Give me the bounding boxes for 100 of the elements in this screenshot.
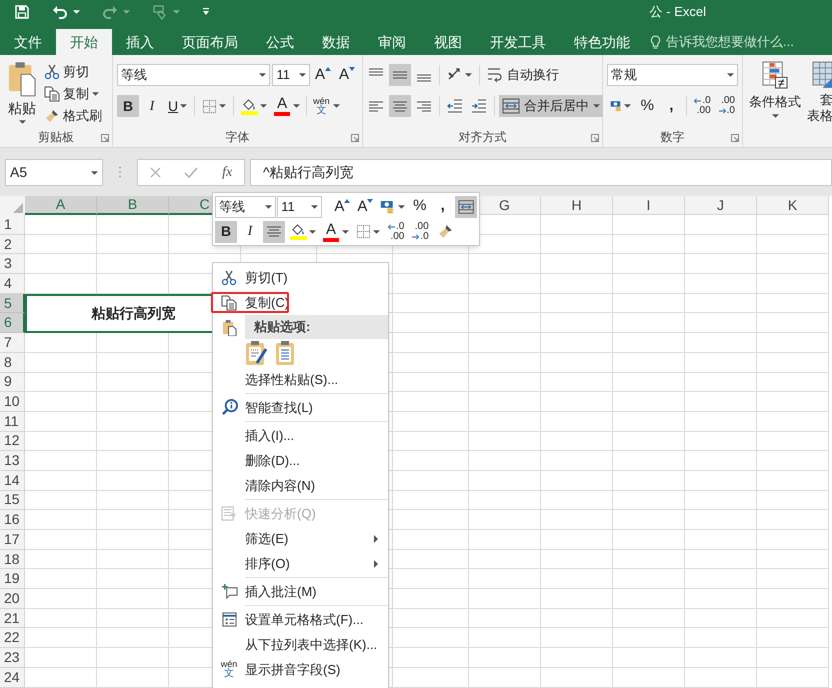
- row-header[interactable]: 18: [0, 550, 25, 570]
- comma-style-button[interactable]: ,: [432, 196, 454, 218]
- percent-button[interactable]: %: [636, 95, 658, 117]
- row-header[interactable]: 22: [0, 628, 25, 648]
- grid-cell[interactable]: [613, 234, 685, 254]
- ribbon-tab[interactable]: 数据: [308, 29, 364, 55]
- italic-button[interactable]: I: [141, 95, 163, 117]
- grid-cell[interactable]: [25, 432, 97, 452]
- grid-cell[interactable]: [685, 589, 757, 609]
- row-header[interactable]: 14: [0, 470, 25, 491]
- grid-cell[interactable]: [393, 392, 469, 412]
- grid-cell[interactable]: [97, 510, 169, 530]
- grid-cell[interactable]: [613, 352, 685, 372]
- copy-button[interactable]: 复制: [44, 83, 102, 105]
- grid-cell[interactable]: [757, 333, 829, 353]
- grid-cell[interactable]: [25, 451, 97, 471]
- font-name-dropdown[interactable]: 等线: [117, 64, 270, 86]
- wrap-text-button[interactable]: 自动换行: [484, 64, 562, 86]
- grid-cell[interactable]: [757, 313, 829, 334]
- bold-button[interactable]: B: [215, 220, 237, 242]
- shrink-font-button[interactable]: A: [336, 64, 358, 86]
- grid-cell[interactable]: [25, 569, 97, 590]
- grid-cell[interactable]: [757, 372, 829, 392]
- row-header[interactable]: 2: [0, 234, 25, 254]
- grid-cell[interactable]: [613, 589, 685, 609]
- grid-cell[interactable]: [613, 569, 685, 590]
- grid-cell[interactable]: [25, 412, 97, 432]
- grid-cell[interactable]: [25, 550, 97, 570]
- grid-cell[interactable]: [541, 294, 613, 314]
- grid-cell[interactable]: [757, 608, 829, 628]
- grid-cell[interactable]: [757, 412, 829, 432]
- grid-cell[interactable]: [757, 569, 829, 590]
- grid-cell[interactable]: [25, 510, 97, 530]
- grid-cell[interactable]: [469, 569, 541, 590]
- grid-cell[interactable]: [469, 294, 541, 314]
- row-header[interactable]: 8: [0, 352, 25, 372]
- grid-cell[interactable]: [757, 451, 829, 471]
- percent-button[interactable]: %: [408, 196, 431, 218]
- grid-cell[interactable]: [97, 372, 169, 392]
- grid-cell[interactable]: [541, 333, 613, 353]
- font-color-button[interactable]: A: [272, 95, 302, 117]
- grid-cell[interactable]: [469, 530, 541, 550]
- grid-cell[interactable]: [25, 215, 97, 235]
- grid-cell[interactable]: [25, 648, 97, 668]
- grid-cell[interactable]: [757, 215, 829, 235]
- column-header[interactable]: I: [613, 196, 685, 215]
- grid-cell[interactable]: [469, 333, 541, 353]
- grid-cell[interactable]: [97, 470, 169, 491]
- grid-cell[interactable]: [757, 490, 829, 510]
- grid-cell[interactable]: [541, 569, 613, 590]
- grid-cell[interactable]: [541, 254, 613, 274]
- row-header[interactable]: 1: [0, 215, 25, 235]
- align-center-button[interactable]: [263, 220, 285, 242]
- grid-cell[interactable]: [393, 333, 469, 353]
- grid-cell[interactable]: [757, 234, 829, 254]
- format-painter-button[interactable]: 格式刷: [44, 105, 102, 127]
- align-center-button[interactable]: [389, 95, 411, 117]
- grid-cell[interactable]: [685, 451, 757, 471]
- merge-center-button[interactable]: [454, 196, 477, 218]
- font-color-button[interactable]: A: [321, 220, 351, 242]
- grid-cell[interactable]: [613, 648, 685, 668]
- menu-item[interactable]: 从下拉列表中选择(K)...: [213, 632, 388, 657]
- name-box[interactable]: A5: [5, 159, 103, 186]
- font-size-dropdown[interactable]: 11: [272, 64, 310, 86]
- row-header[interactable]: 20: [0, 589, 25, 609]
- grid-cell[interactable]: [613, 294, 685, 314]
- grid-cell[interactable]: [25, 589, 97, 609]
- grid-cell[interactable]: [757, 628, 829, 648]
- row-header[interactable]: 5: [0, 294, 25, 314]
- grid-cell[interactable]: [613, 392, 685, 412]
- grid-cell[interactable]: [685, 352, 757, 372]
- grid-cell[interactable]: [541, 470, 613, 491]
- menu-item[interactable]: 插入(I)...: [213, 423, 388, 448]
- grid-cell[interactable]: [97, 668, 169, 688]
- grid-cell[interactable]: [25, 608, 97, 628]
- grid-cell[interactable]: [393, 569, 469, 590]
- grid-cell[interactable]: [97, 215, 169, 235]
- grid-cell[interactable]: [393, 294, 469, 314]
- grid-cell[interactable]: [541, 451, 613, 471]
- grid-cell[interactable]: [541, 589, 613, 609]
- grid-cell[interactable]: [613, 510, 685, 530]
- grid-cell[interactable]: [97, 608, 169, 628]
- tell-me-search[interactable]: 告诉我您想要做什么...: [650, 29, 794, 55]
- grid-cell[interactable]: [685, 254, 757, 274]
- menu-item[interactable]: 选择性粘贴(S)...: [213, 367, 388, 392]
- grid-cell[interactable]: [25, 234, 97, 254]
- grid-cell[interactable]: [757, 589, 829, 609]
- grid-cell[interactable]: [469, 372, 541, 392]
- grid-cell[interactable]: [757, 254, 829, 274]
- grid-cell[interactable]: [757, 392, 829, 412]
- font-size-dropdown[interactable]: 11: [277, 196, 322, 218]
- row-header[interactable]: 17: [0, 530, 25, 550]
- grid-cell[interactable]: [757, 550, 829, 570]
- grid-cell[interactable]: [685, 392, 757, 412]
- dialog-launcher-icon[interactable]: [731, 134, 739, 142]
- row-header[interactable]: 6: [0, 313, 25, 334]
- grid-cell[interactable]: [685, 333, 757, 353]
- grid-cell[interactable]: [393, 648, 469, 668]
- grid-cell[interactable]: [469, 668, 541, 688]
- grid-cell[interactable]: [613, 628, 685, 648]
